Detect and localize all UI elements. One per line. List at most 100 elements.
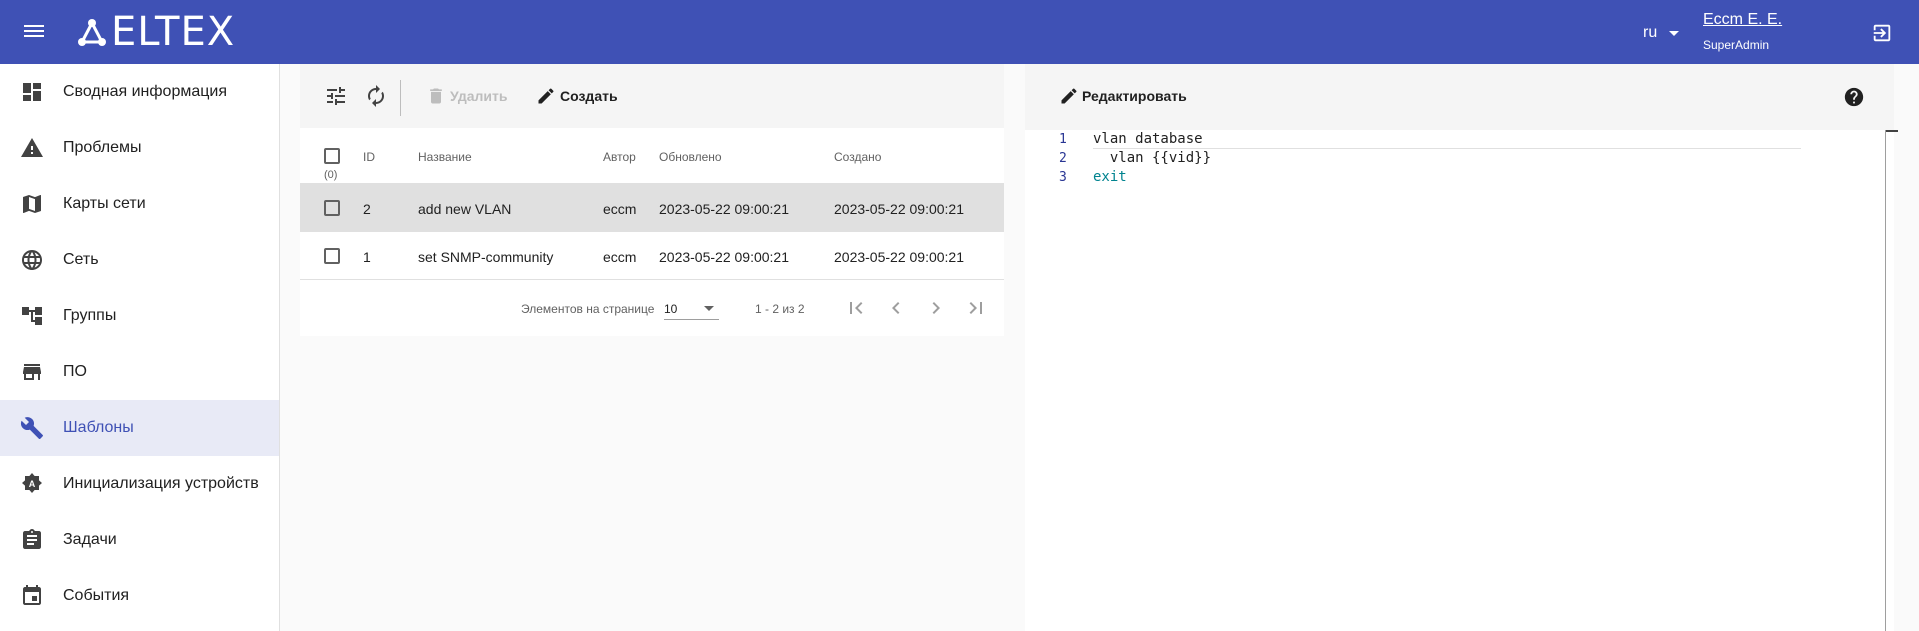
sidebar-item-label: Проблемы [63, 139, 142, 156]
column-header-id[interactable]: ID [363, 150, 375, 164]
app-header: ELTEX ru Eccm E. E. SuperAdmin [0, 0, 1919, 64]
tune-filter-icon[interactable] [324, 84, 348, 108]
wrench-icon [20, 417, 43, 439]
row-checkbox[interactable] [324, 200, 340, 216]
sidebar-item-software[interactable]: ПО [0, 344, 279, 400]
page-range: 1 - 2 из 2 [755, 302, 805, 316]
next-page-icon[interactable] [924, 296, 948, 320]
sidebar-item-tasks[interactable]: Задачи [0, 512, 279, 568]
sidebar-item-label: Группы [63, 307, 117, 324]
refresh-icon[interactable] [364, 84, 388, 108]
calendar-icon [23, 585, 41, 605]
table-header: (0) ID Название Автор Обновлено Создано [300, 128, 1004, 184]
line-number: 3 [1059, 170, 1067, 185]
row-checkbox[interactable] [324, 248, 340, 264]
sidebar-item-label: События [63, 587, 130, 604]
hierarchy-icon [22, 307, 42, 325]
templates-toolbar: Удалить Создать [300, 64, 1004, 128]
map-icon [23, 195, 41, 213]
globe-icon [22, 250, 42, 270]
items-per-page-value: 10 [664, 302, 678, 316]
sidebar-item-device-init[interactable]: A Инициализация устройств [0, 456, 279, 512]
delete-label: Удалить [450, 88, 508, 104]
store-icon [23, 364, 41, 380]
cell-updated: 2023-05-22 09:00:21 [659, 249, 789, 265]
cell-id: 1 [363, 249, 371, 265]
column-header-author[interactable]: Автор [603, 150, 636, 164]
code-line: exit [1093, 169, 1127, 185]
sidebar-item-label: Шаблоны [63, 419, 134, 436]
eltex-logo: ELTEX [77, 12, 235, 52]
svg-text:A: A [29, 479, 36, 489]
sidebar-item-problems[interactable]: Проблемы [0, 120, 279, 176]
column-header-created[interactable]: Создано [834, 150, 881, 164]
sidebar-item-network-maps[interactable]: Карты сети [0, 176, 279, 232]
sidebar-item-events[interactable]: События [0, 568, 279, 624]
sidebar-item-label: Карты сети [63, 195, 146, 212]
paginator: Элементов на странице 10 1 - 2 из 2 [300, 280, 1004, 336]
create-label: Создать [560, 88, 618, 104]
user-role: SuperAdmin [1703, 38, 1770, 52]
pencil-icon [1061, 88, 1077, 104]
code-line: vlan {{vid}} [1093, 150, 1212, 166]
selected-count: (0) [324, 169, 338, 181]
logout-icon[interactable] [1871, 22, 1893, 44]
chevron-down-icon [1669, 30, 1680, 36]
editor-toolbar: Редактировать [1025, 64, 1894, 130]
sidebar: Сводная информация Проблемы Карты сети С… [0, 64, 280, 631]
chevron-down-icon [704, 306, 714, 311]
cell-id: 2 [363, 201, 371, 217]
delete-button[interactable]: Удалить [426, 84, 507, 108]
line-number: 2 [1059, 151, 1067, 166]
scrollbar-thumb[interactable] [1886, 130, 1898, 132]
editor-scrollbar[interactable] [1885, 130, 1898, 631]
sidebar-item-summary[interactable]: Сводная информация [0, 64, 279, 120]
clipboard-icon [23, 529, 41, 549]
sidebar-item-label: Сеть [63, 251, 99, 268]
cell-created: 2023-05-22 09:00:21 [834, 201, 964, 217]
cell-name: set SNMP-community [418, 249, 554, 265]
toolbar-divider [400, 80, 401, 116]
previous-page-icon[interactable] [884, 296, 908, 320]
edit-label: Редактировать [1082, 88, 1187, 104]
cell-updated: 2023-05-22 09:00:21 [659, 201, 789, 217]
code-line: vlan database [1093, 131, 1203, 147]
select-all-checkbox[interactable] [324, 148, 340, 164]
pencil-icon [538, 88, 554, 104]
cell-name: add new VLAN [418, 201, 512, 217]
cell-author: eccm [603, 201, 637, 217]
table-row[interactable]: 1 set SNMP-community eccm 2023-05-22 09:… [300, 232, 1004, 280]
sidebar-item-label: ПО [63, 363, 87, 380]
logo-text: ELTEX [111, 9, 236, 55]
trash-icon [430, 88, 442, 104]
first-page-icon[interactable] [844, 296, 868, 320]
table-row[interactable]: 2 add new VLAN eccm 2023-05-22 09:00:21 … [300, 184, 1004, 232]
sidebar-item-templates[interactable]: Шаблоны [0, 400, 279, 456]
logo-mark-icon [78, 19, 106, 46]
sidebar-item-network[interactable]: Сеть [0, 232, 279, 288]
cell-created: 2023-05-22 09:00:21 [834, 249, 964, 265]
column-header-name[interactable]: Название [418, 150, 472, 164]
items-per-page-label: Элементов на странице [521, 302, 655, 316]
sidebar-item-label: Задачи [63, 531, 117, 548]
templates-table: (0) ID Название Автор Обновлено Создано … [300, 128, 1004, 336]
last-page-icon[interactable] [964, 296, 988, 320]
sidebar-item-groups[interactable]: Группы [0, 288, 279, 344]
templates-panel: Удалить Создать (0) ID Название Автор Об… [300, 64, 1004, 336]
help-icon[interactable] [1843, 86, 1865, 108]
edit-button[interactable]: Редактировать [1059, 86, 1187, 106]
cell-author: eccm [603, 249, 637, 265]
items-per-page-select[interactable]: 10 [664, 298, 719, 320]
sidebar-item-label: Инициализация устройств [63, 475, 259, 492]
column-header-updated[interactable]: Обновлено [659, 150, 722, 164]
user-name-link[interactable]: Eccm E. E. [1703, 11, 1782, 29]
create-button[interactable]: Создать [536, 84, 618, 108]
hamburger-menu-icon[interactable] [22, 22, 46, 42]
auto-badge-icon: A [22, 473, 42, 493]
user-info: Eccm E. E. SuperAdmin [1703, 11, 1782, 52]
dashboard-icon [23, 83, 41, 101]
code-editor[interactable]: 1 vlan database 2 vlan {{vid}} 3 exit [1025, 130, 1885, 631]
sidebar-item-label: Сводная информация [63, 83, 227, 100]
line-number: 1 [1059, 132, 1067, 147]
language-selector[interactable]: ru [1643, 24, 1680, 42]
